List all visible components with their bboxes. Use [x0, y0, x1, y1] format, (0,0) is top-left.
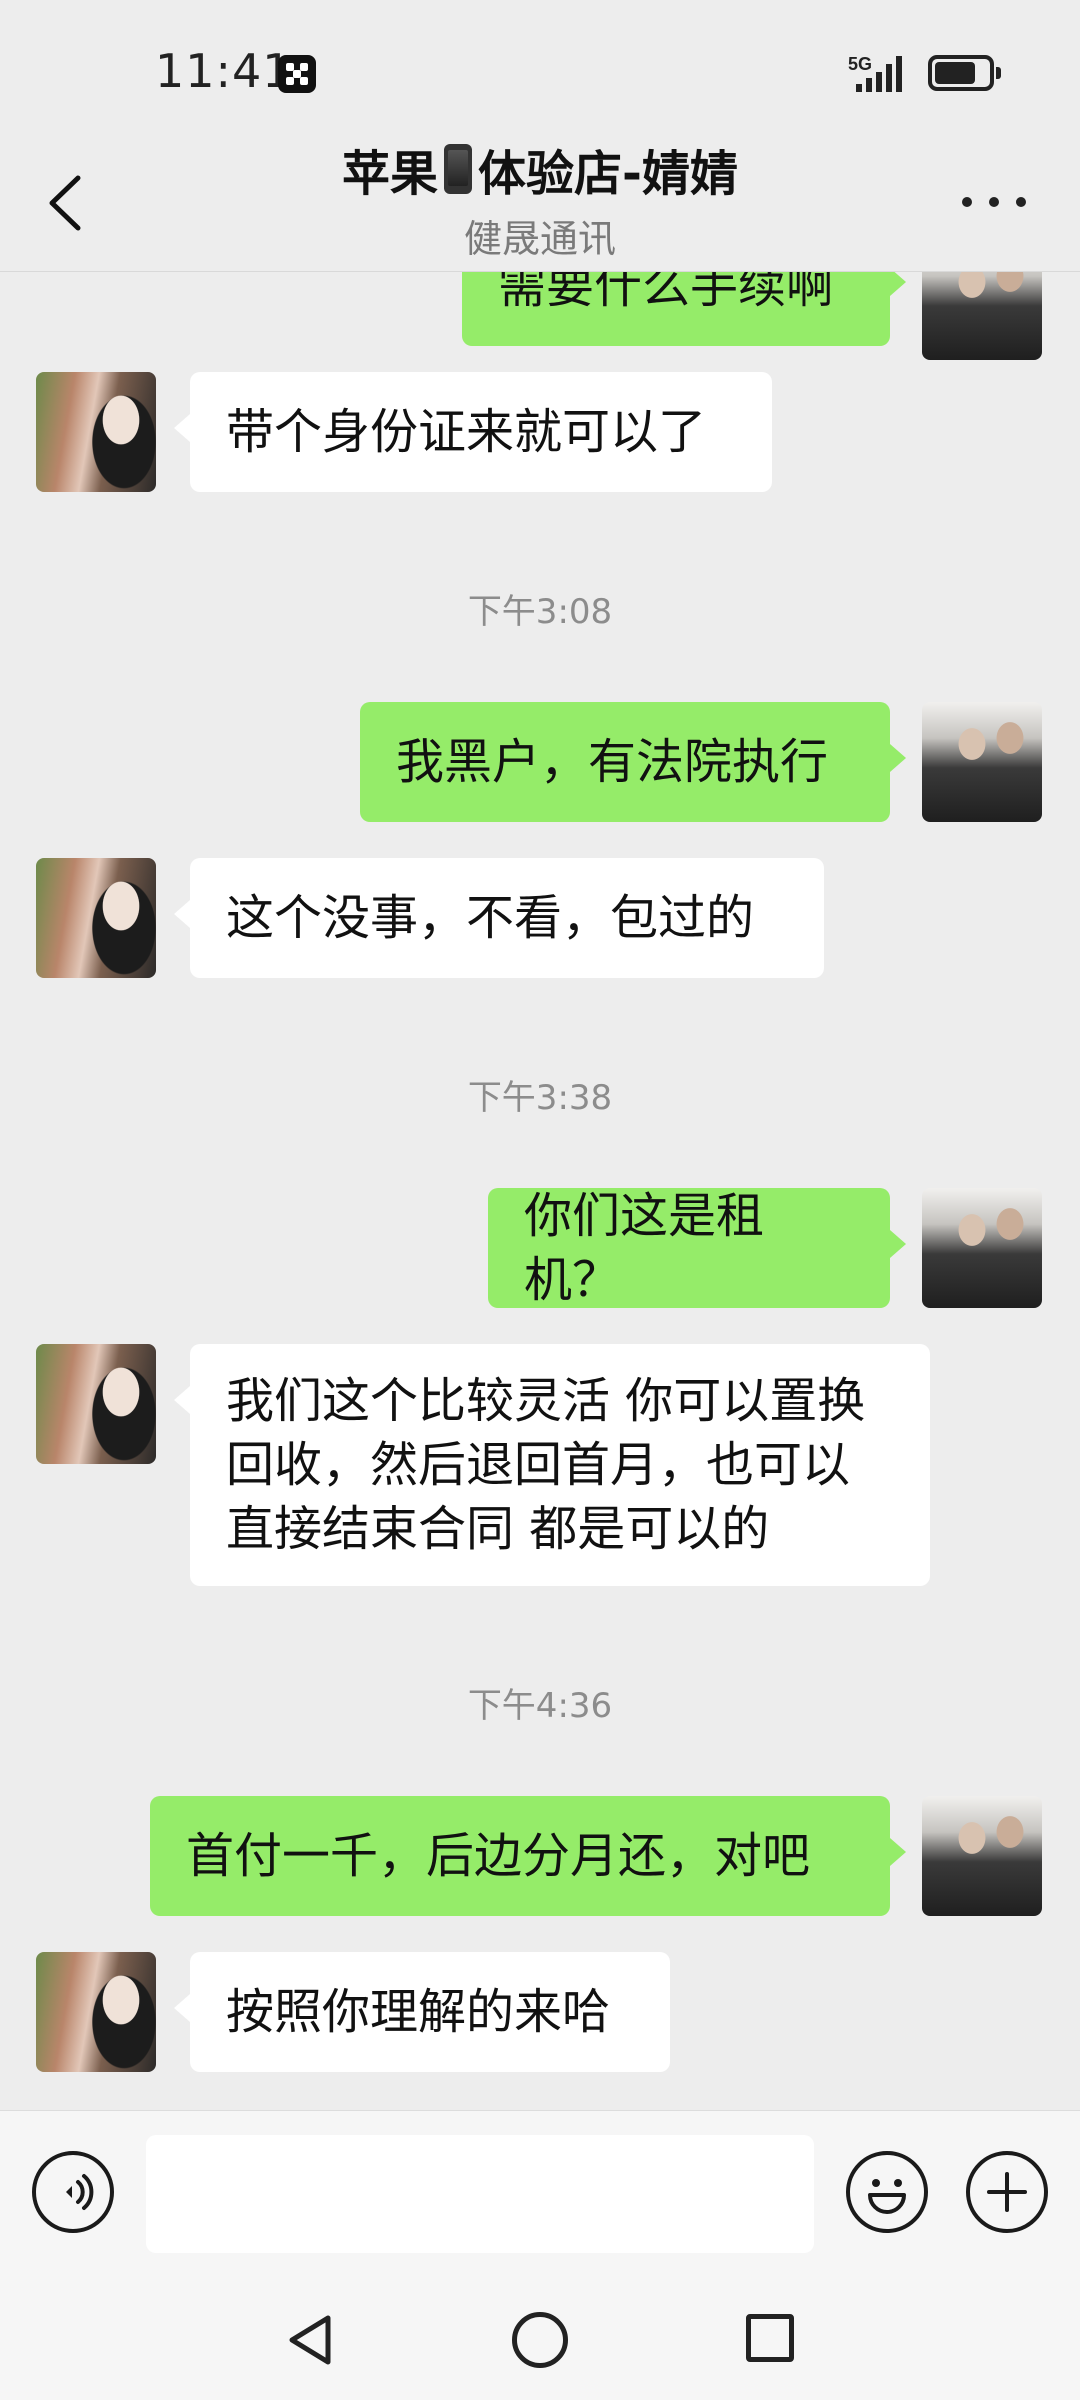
signal-icon: 5G [848, 54, 902, 92]
message-input[interactable] [146, 2135, 814, 2253]
network-label: 5G [848, 54, 872, 74]
status-time: 11:41 [155, 44, 293, 98]
title-prefix: 苹果 [342, 146, 439, 202]
smiley-face-icon [868, 2179, 906, 2214]
message-bubble-in[interactable]: 我们这个比较灵活 你可以置换 回收，然后退回首月，也可以 直接结束合同 都是可以… [174, 1344, 930, 1586]
contact-avatar[interactable] [36, 372, 156, 492]
message-bubble-in[interactable]: 按照你理解的来哈 [174, 1952, 670, 2072]
message-bubble-out[interactable]: 你们这是租机？ [488, 1188, 906, 1308]
system-nav-bar [0, 2282, 1080, 2400]
self-avatar[interactable] [922, 1796, 1042, 1916]
nav-back-icon[interactable] [280, 2310, 340, 2370]
mobile-phone-icon [444, 144, 473, 194]
message-timestamp: 下午3:38 [467, 1078, 613, 1118]
emoji-icon[interactable] [846, 2151, 928, 2233]
header-title-wrap: 苹果 体验店-婧婧 健晟通讯 [0, 134, 1080, 263]
message-timestamp: 下午3:08 [467, 592, 613, 632]
status-bar: 11:41 5G [0, 0, 1080, 148]
nav-home-icon[interactable] [512, 2312, 568, 2368]
contact-avatar[interactable] [36, 858, 156, 978]
chat-input-bar [0, 2110, 1080, 2282]
self-avatar[interactable] [922, 272, 1042, 360]
message-bubble-out[interactable]: 我黑户，有法院执行 [360, 702, 906, 822]
plus-icon[interactable] [966, 2151, 1048, 2233]
message-timestamp: 下午4:36 [467, 1686, 613, 1726]
chat-header: 苹果 体验店-婧婧 健晟通讯 [0, 130, 1080, 272]
title-suffix: 体验店-婧婧 [478, 146, 738, 202]
message-list[interactable]: 需要什么手续啊 带个身份证来就可以了 下午3:08 我黑户，有法院执行 这个没事… [0, 272, 1080, 2110]
more-dots-icon[interactable] [962, 192, 1026, 212]
contact-avatar[interactable] [36, 1344, 156, 1464]
voice-wave-icon [66, 2174, 94, 2210]
page-title: 苹果 体验店-婧婧 [342, 134, 738, 204]
grid-app-icon [278, 55, 316, 93]
message-bubble-out[interactable]: 需要什么手续啊 [462, 272, 906, 346]
plus-sign-icon [987, 2172, 1027, 2212]
message-bubble-in[interactable]: 这个没事，不看，包过的 [174, 858, 824, 978]
message-bubble-out[interactable]: 首付一千，后边分月还，对吧 [150, 1796, 906, 1916]
nav-recents-icon[interactable] [746, 2314, 794, 2362]
self-avatar[interactable] [922, 702, 1042, 822]
page-subtitle: 健晟通讯 [463, 217, 616, 261]
voice-icon[interactable] [32, 2151, 114, 2233]
battery-icon [928, 55, 1001, 91]
message-bubble-in[interactable]: 带个身份证来就可以了 [174, 372, 772, 492]
self-avatar[interactable] [922, 1188, 1042, 1308]
contact-avatar[interactable] [36, 1952, 156, 2072]
